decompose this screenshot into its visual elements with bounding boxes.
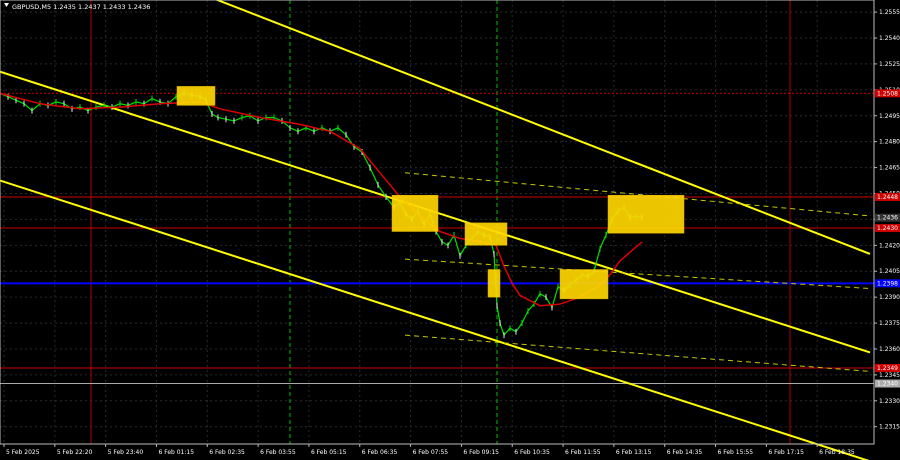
- x-tick-label: 6 Feb 18:35: [819, 449, 855, 456]
- y-tick-label: 1.2420: [879, 242, 900, 249]
- y-tick-label: 1.2555: [879, 9, 900, 16]
- y-tick-label: 1.2315: [879, 424, 900, 431]
- level-label: 1.2448: [877, 194, 898, 201]
- chart-background: [0, 0, 900, 460]
- level-label: 1.2398: [877, 280, 898, 287]
- level-label: 1.2349: [877, 365, 898, 372]
- level-label: 1.2340: [877, 381, 898, 388]
- y-tick-label: 1.2330: [879, 398, 900, 405]
- chart-root: 1.25551.25401.25251.25101.24951.24801.24…: [0, 0, 900, 460]
- y-tick-label: 1.2345: [879, 372, 900, 379]
- x-tick-label: 6 Feb 01:15: [158, 449, 194, 456]
- x-tick-label: 6 Feb 10:35: [514, 449, 550, 456]
- y-tick-label: 1.2360: [879, 346, 900, 353]
- y-tick-label: 1.2465: [879, 165, 900, 172]
- price-chart[interactable]: 1.25551.25401.25251.25101.24951.24801.24…: [0, 0, 900, 460]
- x-tick-label: 5 Feb 2025: [6, 449, 40, 456]
- x-tick-label: 6 Feb 06:35: [362, 449, 398, 456]
- signal-box: [607, 194, 685, 234]
- level-label: 1.2430: [877, 225, 898, 232]
- level-label: 1.2508: [877, 90, 898, 97]
- x-tick-label: 5 Feb 23:40: [108, 449, 144, 456]
- x-tick-label: 6 Feb 13:15: [616, 449, 652, 456]
- signal-box: [559, 269, 609, 300]
- x-tick-label: 6 Feb 02:35: [209, 449, 245, 456]
- x-tick-label: 6 Feb 03:55: [260, 449, 296, 456]
- signal-box: [464, 222, 508, 246]
- y-tick-label: 1.2375: [879, 320, 900, 327]
- x-tick-label: 6 Feb 05:15: [311, 449, 347, 456]
- x-tick-label: 6 Feb 17:15: [768, 449, 804, 456]
- y-tick-label: 1.2405: [879, 268, 900, 275]
- y-tick-label: 1.2480: [879, 139, 900, 146]
- signal-box: [176, 86, 216, 106]
- y-tick-label: 1.2540: [879, 35, 900, 42]
- x-tick-label: 6 Feb 15:55: [718, 449, 754, 456]
- y-tick-label: 1.2390: [879, 294, 900, 301]
- signal-box: [391, 194, 439, 232]
- x-tick-label: 6 Feb 11:55: [565, 449, 601, 456]
- y-tick-label: 1.2495: [879, 113, 900, 120]
- x-tick-label: 5 Feb 22:20: [57, 449, 93, 456]
- x-tick-label: 6 Feb 07:55: [413, 449, 449, 456]
- y-tick-label: 1.2525: [879, 61, 900, 68]
- x-tick-label: 6 Feb 14:35: [667, 449, 703, 456]
- signal-box: [487, 269, 501, 298]
- level-label: 1.2436: [877, 215, 898, 222]
- x-tick-label: 6 Feb 09:15: [463, 449, 499, 456]
- chart-title: GBPUSD,M5 1.2435 1.2437 1.2433 1.2436: [12, 3, 150, 11]
